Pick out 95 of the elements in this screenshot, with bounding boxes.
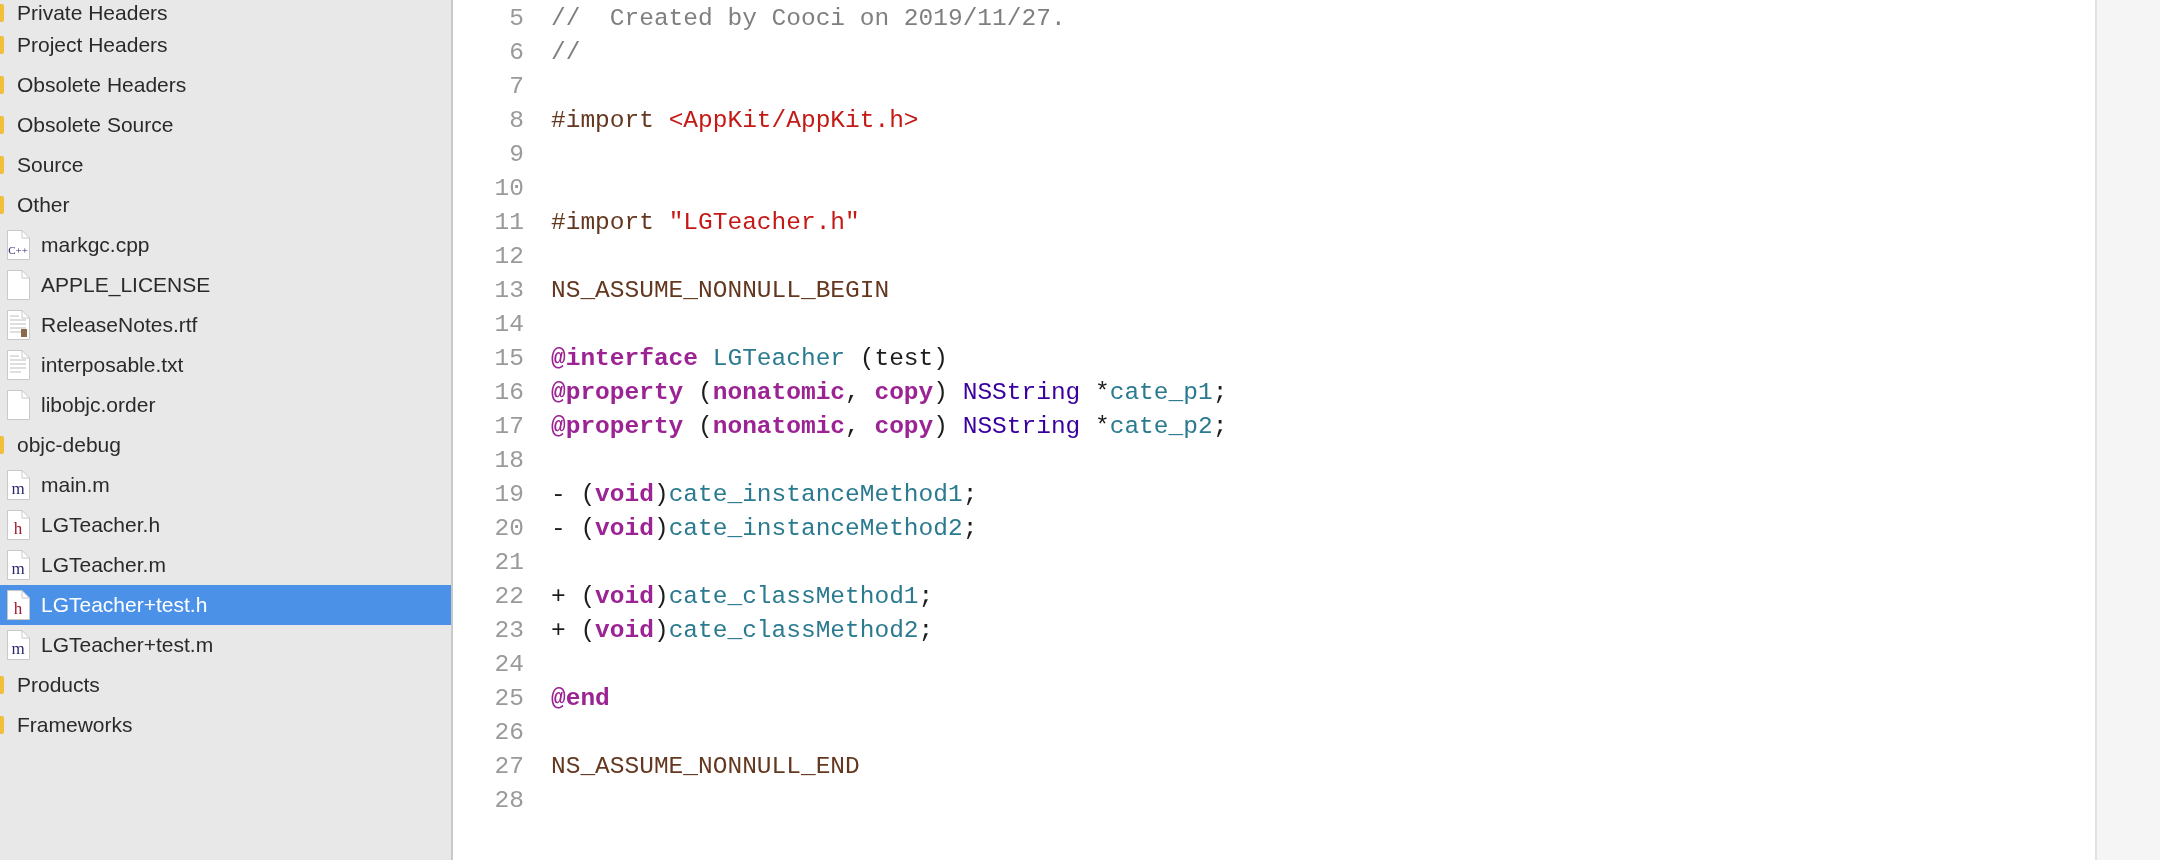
line-number: 23 <box>493 616 524 644</box>
file-name: Source <box>17 153 84 177</box>
file-name: ReleaseNotes.rtf <box>41 313 198 337</box>
line-number: 5 <box>508 4 524 32</box>
code-line: // Created by Cooci on 2019/11/27. <box>551 4 1066 32</box>
navigator-row[interactable]: h LGTeacher.h <box>0 505 451 545</box>
navigator-row[interactable]: Obsolete Headers <box>0 65 451 105</box>
navigator-row[interactable]: Products <box>0 665 451 705</box>
line-number: 25 <box>493 684 524 712</box>
folder-icon <box>0 716 4 734</box>
navigator-row[interactable]: m LGTeacher.m <box>0 545 451 585</box>
line-number: 8 <box>508 106 524 134</box>
file-name: main.m <box>41 473 110 497</box>
code-line: @end <box>551 684 610 712</box>
navigator-row[interactable]: m main.m <box>0 465 451 505</box>
line-number: 27 <box>493 752 524 780</box>
folder-icon <box>0 196 4 214</box>
line-number: 24 <box>493 650 524 678</box>
line-number: 7 <box>508 72 524 100</box>
line-number: 28 <box>493 786 524 814</box>
code-line: @interface LGTeacher (test) <box>551 344 948 372</box>
file-name: LGTeacher+test.h <box>41 593 208 617</box>
code-line: #import <AppKit/AppKit.h> <box>551 106 919 134</box>
file-name: interposable.txt <box>41 353 184 377</box>
file-name: Other <box>17 193 70 217</box>
line-number: 21 <box>493 548 524 576</box>
line-number: 11 <box>493 208 524 236</box>
folder-icon <box>0 156 4 174</box>
file-icon: m <box>7 630 30 660</box>
navigator-row[interactable]: ReleaseNotes.rtf <box>0 305 451 345</box>
line-number: 16 <box>493 378 524 406</box>
navigator-row[interactable]: objc-debug <box>0 425 451 465</box>
navigator-row[interactable]: Other <box>0 185 451 225</box>
line-number: 26 <box>493 718 524 746</box>
line-number: 13 <box>493 276 524 304</box>
file-icon <box>7 270 30 300</box>
file-icon: m <box>7 550 30 580</box>
code-line: #import "LGTeacher.h" <box>551 208 860 236</box>
code-line: + (void)cate_classMethod1; <box>551 582 934 610</box>
file-name: Private Headers <box>17 0 168 25</box>
code-line: @property (nonatomic, copy) NSString *cate_p2; <box>551 412 1228 440</box>
navigator-row[interactable]: APPLE_LICENSE <box>0 265 451 305</box>
line-number: 15 <box>493 344 524 372</box>
file-name: markgc.cpp <box>41 233 150 257</box>
line-number: 12 <box>493 242 524 270</box>
file-name: Project Headers <box>17 33 168 57</box>
line-number: 17 <box>493 412 524 440</box>
file-name: Obsolete Source <box>17 113 174 137</box>
file-icon: h <box>7 510 30 540</box>
file-name: Obsolete Headers <box>17 73 187 97</box>
line-number: 14 <box>493 310 524 338</box>
navigator-row[interactable]: C++ markgc.cpp <box>0 225 451 265</box>
file-icon: m <box>7 470 30 500</box>
line-number: 6 <box>508 38 524 66</box>
file-name: Frameworks <box>17 713 133 737</box>
file-icon <box>7 390 30 420</box>
folder-icon <box>0 3 4 22</box>
file-name: APPLE_LICENSE <box>41 273 211 297</box>
file-name: Products <box>17 673 100 697</box>
line-number: 19 <box>493 480 524 508</box>
folder-icon <box>0 116 4 134</box>
file-name: LGTeacher+test.m <box>41 633 214 657</box>
file-name: libobjc.order <box>41 393 156 417</box>
folder-icon <box>0 76 4 94</box>
code-line: + (void)cate_classMethod2; <box>551 616 934 644</box>
file-icon: C++ <box>7 230 30 260</box>
navigator-row[interactable]: Project Headers <box>0 25 451 65</box>
navigator-row[interactable]: Obsolete Source <box>0 105 451 145</box>
code-line: // <box>551 38 581 66</box>
navigator-row[interactable]: interposable.txt <box>0 345 451 385</box>
file-icon: h <box>7 590 30 620</box>
file-name: LGTeacher.h <box>41 513 161 537</box>
file-name: LGTeacher.m <box>41 553 166 577</box>
navigator-row[interactable]: Private Headers <box>0 0 451 25</box>
line-number: 20 <box>493 514 524 542</box>
navigator-row[interactable]: h LGTeacher+test.h <box>0 585 451 625</box>
code-line: - (void)cate_instanceMethod2; <box>551 514 978 542</box>
line-number: 22 <box>493 582 524 610</box>
line-number: 18 <box>493 446 524 474</box>
file-icon <box>7 310 30 340</box>
navigator-row[interactable]: m LGTeacher+test.m <box>0 625 451 665</box>
navigator-row[interactable]: Source <box>0 145 451 185</box>
folder-icon <box>0 676 4 694</box>
navigator-row[interactable]: libobjc.order <box>0 385 451 425</box>
navigator-row[interactable]: Frameworks <box>0 705 451 745</box>
file-name: objc-debug <box>17 433 121 457</box>
file-icon <box>7 350 30 380</box>
folder-icon <box>0 36 4 54</box>
line-number: 10 <box>493 174 524 202</box>
code-line: - (void)cate_instanceMethod1; <box>551 480 978 508</box>
code-line: NS_ASSUME_NONNULL_END <box>551 752 860 780</box>
folder-icon <box>0 436 4 454</box>
line-number: 9 <box>508 140 524 168</box>
code-line: NS_ASSUME_NONNULL_BEGIN <box>551 276 890 304</box>
code-line: @property (nonatomic, copy) NSString *cate_p1; <box>551 378 1228 406</box>
